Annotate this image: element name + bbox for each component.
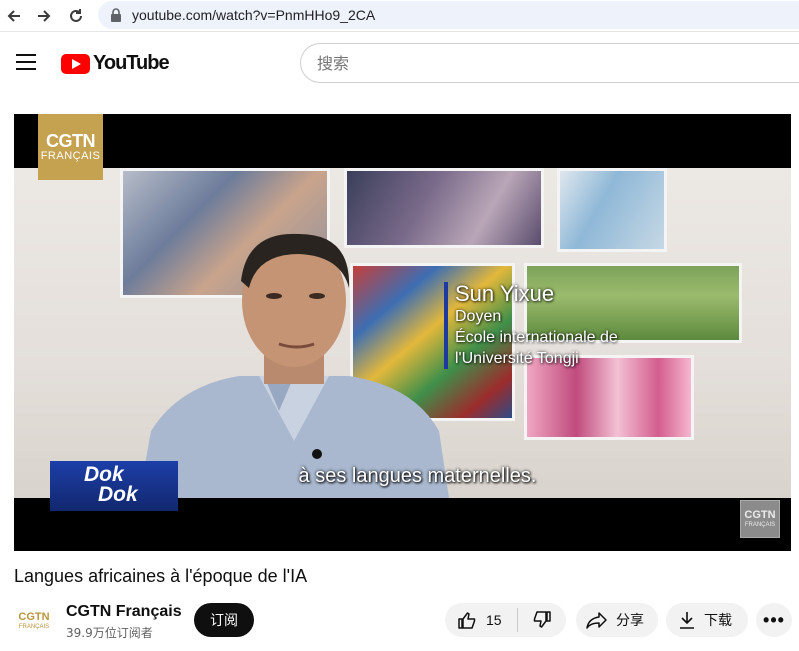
url-text: youtube.com/watch?v=PnmHHo9_2CA xyxy=(132,7,376,23)
arrow-right-icon[interactable] xyxy=(32,4,56,28)
cgtn-logo-main: CGTN xyxy=(46,130,96,151)
more-options-button[interactable]: ••• xyxy=(756,603,792,637)
cgtn-corner-logo: CGTN FRANÇAIS xyxy=(740,500,780,538)
video-subtitle: à ses langues maternelles. xyxy=(298,465,537,487)
thumbs-up-icon xyxy=(458,612,476,629)
like-count: 15 xyxy=(486,612,502,628)
share-button[interactable]: 分享 xyxy=(576,603,658,637)
video-title: Langues africaines à l'époque de l'IA xyxy=(14,566,308,586)
hamburger-menu-icon[interactable] xyxy=(16,53,36,71)
speaker-role: Doyen xyxy=(455,308,502,325)
speaker-org-line1: École internationale de xyxy=(455,329,618,346)
video-player[interactable]: CGTN FRANÇAIS Sun Yixue Doyen École inte… xyxy=(14,114,791,551)
speaker-org-line2: l'Université Tongji xyxy=(455,350,579,367)
dok-badge-line2: Dok xyxy=(98,483,138,506)
address-bar[interactable]: youtube.com/watch?v=PnmHHo9_2CA xyxy=(98,1,799,29)
subscriber-count: 39.9万位订阅者 xyxy=(66,626,153,640)
subscribe-button[interactable]: 订阅 xyxy=(194,603,254,637)
search-input[interactable] xyxy=(317,53,799,73)
share-arrow-icon xyxy=(586,612,607,629)
youtube-logo[interactable]: YouTube xyxy=(61,52,170,75)
thumbs-down-icon xyxy=(533,611,551,628)
lower-third-caption: Sun Yixue Doyen École internationale de … xyxy=(444,282,618,369)
interviewee-figure xyxy=(139,233,449,498)
download-icon xyxy=(680,612,694,629)
wall-photo xyxy=(557,168,667,252)
arrow-left-icon[interactable] xyxy=(2,4,26,28)
download-button[interactable]: 下载 xyxy=(666,603,748,637)
youtube-logo-icon xyxy=(61,53,90,74)
download-label: 下载 xyxy=(704,613,732,629)
search-box[interactable] xyxy=(300,43,799,83)
lock-icon xyxy=(111,8,121,22)
dislike-button[interactable] xyxy=(518,603,566,637)
cgtn-corner-main: CGTN xyxy=(744,508,776,521)
youtube-header: YouTube xyxy=(0,33,799,93)
cgtn-logo-sub: FRANÇAIS xyxy=(40,149,101,162)
cgtn-corner-sub: FRANÇAIS xyxy=(744,521,776,528)
speaker-name: Sun Yixue xyxy=(455,281,555,306)
share-label: 分享 xyxy=(616,613,644,629)
reload-icon[interactable] xyxy=(64,4,88,28)
more-options-icon: ••• xyxy=(763,609,785,630)
channel-name[interactable]: CGTN Français xyxy=(66,603,182,621)
avatar-main: CGTN xyxy=(18,610,50,623)
like-button[interactable]: 15 xyxy=(445,603,517,637)
browser-toolbar: youtube.com/watch?v=PnmHHo9_2CA xyxy=(0,0,799,32)
cgtn-logo: CGTN FRANÇAIS xyxy=(38,114,103,180)
like-dislike-group: 15 xyxy=(445,603,566,637)
avatar[interactable]: CGTN FRANÇAIS xyxy=(14,601,54,641)
avatar-sub: FRANÇAIS xyxy=(18,623,50,630)
youtube-logo-text: YouTube xyxy=(93,52,170,74)
video-frame xyxy=(14,168,791,498)
